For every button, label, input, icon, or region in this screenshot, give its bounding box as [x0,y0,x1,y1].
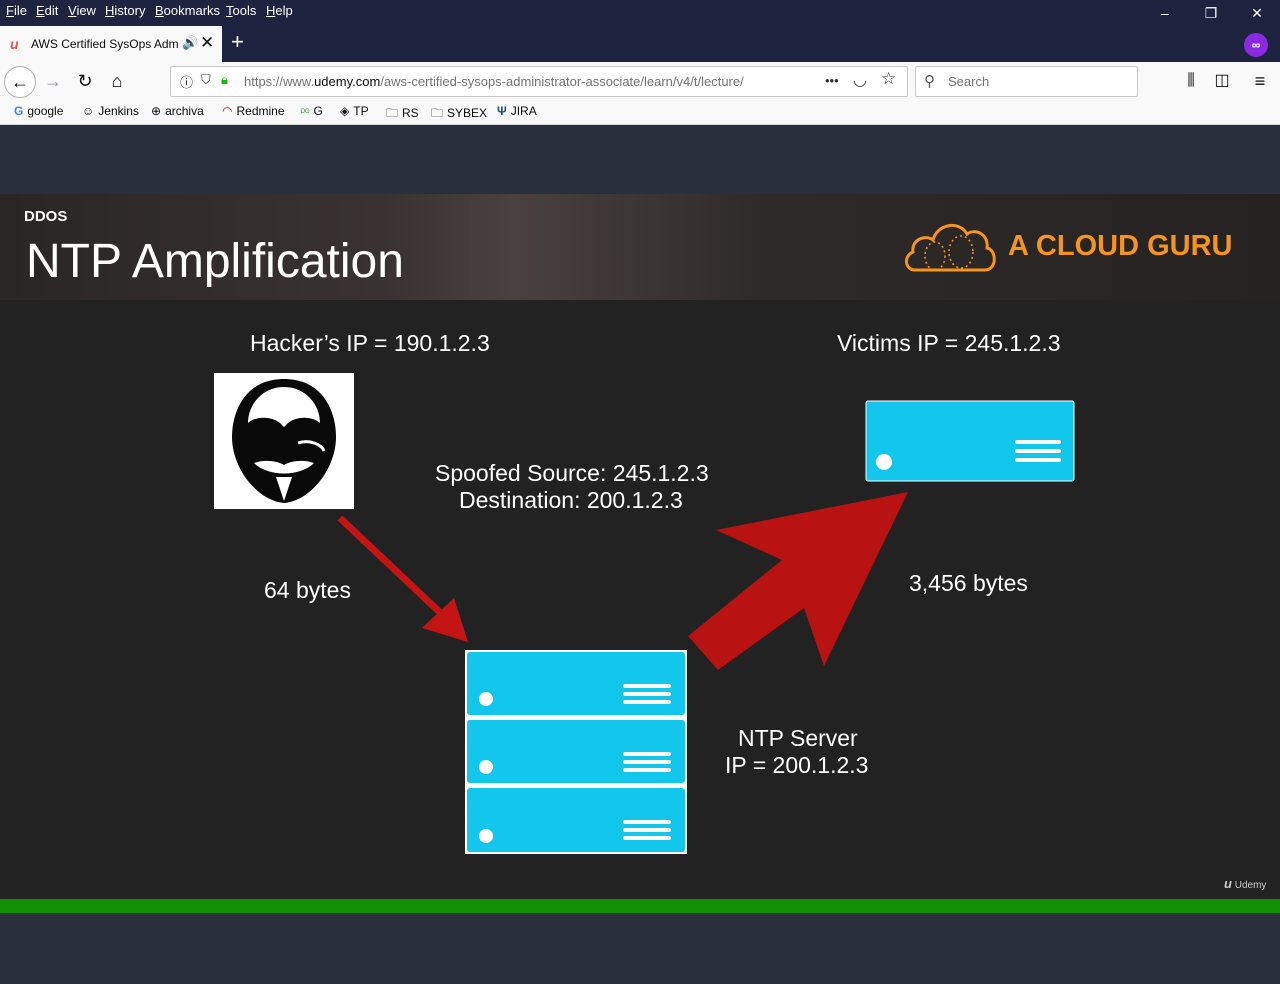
response-size-label: 3,456 bytes [909,570,1028,596]
search-input[interactable] [946,73,1130,90]
page-actions-icon[interactable]: ••• [825,73,839,88]
section-label: DDOS [24,208,68,225]
bookmark-g[interactable]: ᴰᴳ G [301,104,323,118]
cloud-guru-logo-icon [905,224,996,272]
ntp-server-label: NTP Server [738,725,858,751]
menu-edit[interactable]: Edit [36,3,58,18]
destination-label: Destination: 200.1.2.3 [459,487,683,513]
tp-icon: ◈ [340,104,350,118]
bookmark-archiva[interactable]: ⊕ archiva [151,104,204,118]
audio-icon[interactable]: 🔊 [182,35,198,51]
hacker-ip-label: Hacker’s IP = 190.1.2.3 [250,330,490,356]
restore-button[interactable]: ❐ [1188,0,1234,26]
new-tab-button[interactable]: + [231,29,244,55]
minimize-button[interactable]: – [1142,0,1188,26]
bookmark-label: google [27,104,64,118]
folder-icon: 🗀 [386,106,399,120]
udemy-logo-icon: u [1224,876,1232,891]
udemy-icon: u [10,36,19,52]
menu-hamburger-icon[interactable]: ≡ [1245,66,1275,96]
shield-icon[interactable]: ⛉ [201,72,211,88]
dg-icon: ᴰᴳ [301,107,310,117]
forward-button[interactable]: → [38,66,68,96]
url-path: /aws-certified-sysops-administrator-asso… [380,74,744,89]
brand-wordmark: A CLOUD GURU [1008,230,1233,262]
ntp-server-ip-label: IP = 200.1.2.3 [725,752,869,778]
jira-icon: Ψ [497,104,507,118]
sidebar-icon[interactable]: ◫ [1207,66,1237,96]
victim-server-icon [865,400,1075,482]
library-icon[interactable]: ⫼ [1176,66,1206,96]
reload-button[interactable]: ↻ [70,66,100,96]
bookmark-tp[interactable]: ◈ TP [340,104,369,118]
bookmark-label: Redmine [236,104,285,118]
bookmark-jenkins[interactable]: ☺ Jenkins [82,104,139,118]
bookmark-label: JIRA [510,104,537,118]
bookmark-label: TP [353,104,369,118]
hacker-mask-icon [214,373,354,509]
slide-banner: DDOS NTP Amplification A CLOUD GURU [0,194,1280,300]
bookmark-label: SYBEX [447,106,488,120]
lock-icon[interactable]: 🔒︎ [221,72,228,88]
navigation-toolbar: ← → ↻ ⌂ ⓘ ⛉ 🔒︎ https://www.udemy.com/aws… [0,62,1280,100]
bookmark-label: archiva [165,104,204,118]
menu-view[interactable]: View [68,3,96,18]
bookmark-redmine[interactable]: ◠ Redmine [222,104,285,118]
info-icon[interactable]: ⓘ [180,72,193,91]
menu-bar: File Edit View History Bookmarks Tools H… [0,0,1280,26]
victim-ip-label: Victims IP = 245.1.2.3 [837,330,1061,356]
bookmark-google[interactable]: Ggoogle [14,104,63,118]
tab-strip: u AWS Certified SysOps Administrator 🔊 ✕… [0,26,1280,62]
address-bar[interactable]: ⓘ ⛉ 🔒︎ https://www.udemy.com/aws-certifi… [170,66,908,97]
video-letterbox-top [0,125,1280,194]
bookmarks-toolbar: Ggoogle ☺ Jenkins ⊕ archiva ◠ Redmine ᴰᴳ G ◈… [0,100,1280,125]
ntp-server-stack-icon [465,650,687,854]
bookmark-label: Jenkins [98,104,139,118]
menu-file[interactable]: File [6,3,27,18]
bookmark-jira[interactable]: Ψ JIRA [497,104,537,118]
watermark-text: Udemy [1234,880,1267,891]
lecture-video[interactable]: DDOS NTP Amplification A CLOUD GURU Hack… [0,194,1280,899]
url-text[interactable]: https://www.udemy.com/aws-certified-syso… [244,74,789,89]
back-button[interactable]: ← [4,66,36,98]
search-icon: ⚲ [924,73,935,90]
tab-title: AWS Certified SysOps Administrator [31,37,178,51]
google-icon: G [14,104,24,118]
amplified-response-arrow-icon [688,492,908,670]
menu-history[interactable]: History [105,3,145,18]
request-arrow-icon [337,515,468,642]
bookmark-star-icon[interactable]: ☆ [881,69,896,89]
bookmark-sybex[interactable]: 🗀 SYBEX [431,104,487,125]
tab-udemy[interactable]: u AWS Certified SysOps Administrator 🔊 ✕ [0,26,222,62]
globe-icon: ⊕ [151,104,162,118]
bookmark-label: G [313,104,323,118]
menu-tools[interactable]: Tools [226,3,256,18]
private-browsing-icon: ∞ [1244,33,1268,57]
udemy-watermark: u Udemy [1224,876,1266,891]
jenkins-icon: ☺ [82,104,95,118]
video-letterbox-bottom [0,913,1280,984]
menu-bookmarks[interactable]: Bookmarks [155,3,220,18]
redmine-icon: ◠ [222,104,233,118]
search-box[interactable]: ⚲ [915,66,1138,97]
close-tab-icon[interactable]: ✕ [200,33,214,53]
spoofed-source-label: Spoofed Source: 245.1.2.3 [435,460,709,486]
bookmark-rs[interactable]: 🗀 RS [386,104,419,125]
url-prefix: https://www. [244,74,315,89]
home-button[interactable]: ⌂ [102,66,132,96]
url-domain: udemy.com [314,74,381,89]
menu-help[interactable]: Help [266,3,293,18]
folder-icon: 🗀 [431,106,444,120]
close-window-button[interactable]: ✕ [1234,0,1280,26]
pocket-icon[interactable]: ◡ [853,70,867,90]
slide-title: NTP Amplification [26,235,404,288]
bookmark-label: RS [402,106,419,120]
video-progress-bar[interactable] [0,899,1280,913]
